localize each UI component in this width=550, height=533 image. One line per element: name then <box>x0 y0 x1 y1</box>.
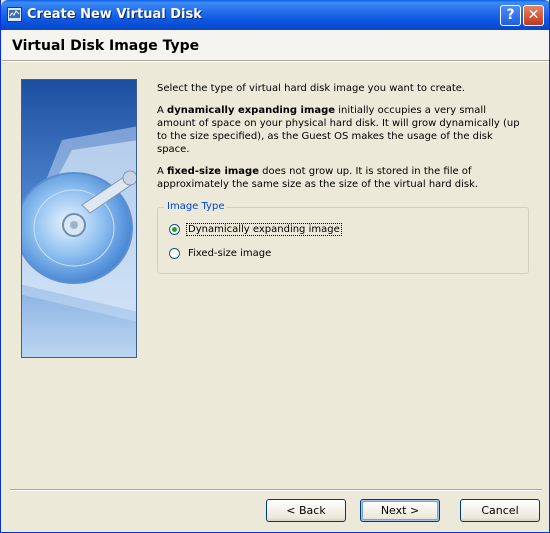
dialog-window: Create New Virtual Disk ? ✕ Virtual Disk… <box>0 0 550 533</box>
page-header: Virtual Disk Image Type <box>2 30 549 60</box>
radio-fixed[interactable] <box>169 248 180 259</box>
back-button[interactable]: < Back <box>266 499 346 522</box>
radio-dynamic[interactable] <box>169 224 180 235</box>
next-button[interactable]: Next > <box>360 499 440 522</box>
footer-divider <box>10 489 542 491</box>
virtualbox-icon <box>7 7 22 22</box>
intro-text: Select the type of virtual hard disk ima… <box>157 83 466 94</box>
dynamic-description: A dynamically expanding image initially … <box>157 105 520 155</box>
group-legend: Image Type <box>164 201 228 212</box>
option-dynamic[interactable]: Dynamically expanding image <box>169 223 342 236</box>
cancel-button[interactable]: Cancel <box>460 499 540 522</box>
hard-disk-illustration <box>21 79 137 358</box>
option-fixed-label[interactable]: Fixed-size image <box>186 248 271 259</box>
header-divider <box>2 60 549 62</box>
title-bar[interactable]: Create New Virtual Disk ? ✕ <box>1 0 549 30</box>
close-button[interactable]: ✕ <box>523 5 544 26</box>
page-title: Virtual Disk Image Type <box>12 38 200 54</box>
help-button[interactable]: ? <box>500 5 521 26</box>
image-type-group: Image Type Dynamically expanding image F… <box>157 201 529 274</box>
window-title: Create New Virtual Disk <box>27 7 202 22</box>
fixed-description: A fixed-size image does not grow up. It … <box>157 166 479 190</box>
option-fixed[interactable]: Fixed-size image <box>169 248 271 259</box>
description: Select the type of virtual hard disk ima… <box>157 82 527 200</box>
option-dynamic-label[interactable]: Dynamically expanding image <box>186 223 342 236</box>
